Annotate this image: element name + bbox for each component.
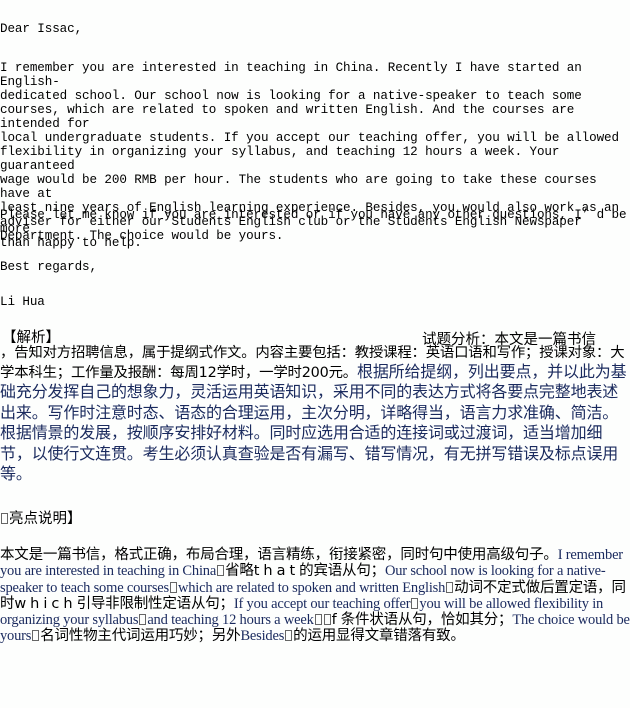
letter-closing: Best regards, — [0, 260, 97, 274]
note: 引导非限制性定语从句； — [76, 595, 235, 612]
example-sentence-3c: and teaching 12 hours a week — [147, 612, 314, 629]
salutation: Dear Issac, — [0, 22, 83, 36]
keyword: which — [14, 595, 77, 612]
letter-paragraph-2: Please let me know if you are interested… — [0, 208, 627, 250]
missing-glyph-icon — [139, 614, 147, 626]
keyword: Besides — [240, 628, 285, 645]
missing-glyph-icon — [446, 581, 454, 593]
example-sentence-2b: which are related to spoken and written … — [177, 579, 446, 596]
missing-glyph-icon — [323, 614, 331, 626]
note: 省略 — [225, 563, 254, 580]
missing-glyph-icon — [32, 630, 40, 642]
missing-glyph-icon — [169, 581, 177, 593]
highlights-body: 本文是一篇书信，格式正确，布局合理，语言精练，衔接紧密，同时句中使用高级句子。 I… — [0, 547, 630, 645]
missing-glyph-icon — [1, 513, 8, 524]
missing-glyph-icon — [217, 565, 225, 577]
highlights-heading: 亮点说明】 — [0, 510, 82, 528]
letter-signature: Li Hua — [0, 295, 45, 309]
missing-glyph-icon — [285, 630, 293, 642]
analysis-body: ，告知对方招聘信息，属于提纲式作文。内容主要包括：教授课程：英语口语和写作；授课… — [0, 345, 630, 485]
note: 条件状语从句，恰如其分； — [340, 612, 513, 629]
missing-glyph-icon — [411, 597, 419, 609]
example-sentence-3: If you accept our teaching offer — [233, 595, 411, 612]
keyword: that — [253, 563, 300, 580]
note: 的运用显得文章错落有致。 — [293, 628, 465, 645]
missing-glyph-icon — [314, 614, 322, 626]
note: 的宾语从句； — [299, 563, 385, 580]
keyword: f — [331, 612, 341, 629]
highlights-summary: 本文是一篇书信，格式正确，布局合理，语言精练，衔接紧密，同时句中使用高级句子。 — [0, 547, 558, 563]
note: 名词性物主代词运用巧妙；另外 — [40, 628, 241, 645]
